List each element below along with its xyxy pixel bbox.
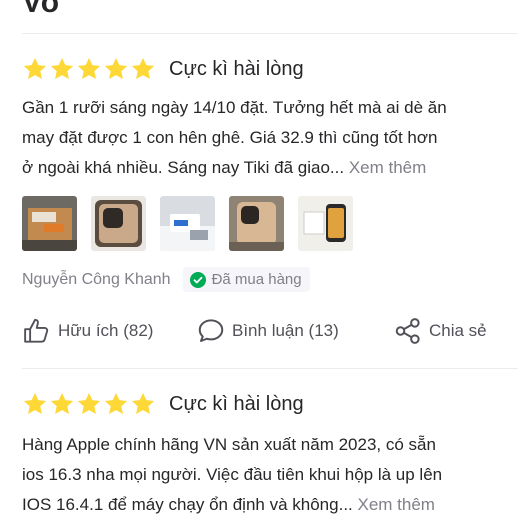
divider — [22, 33, 518, 34]
divider — [22, 368, 518, 369]
star-icon — [103, 56, 129, 82]
star-icon — [76, 56, 102, 82]
rating-stars — [22, 56, 156, 82]
review-title: Cực kì hài lòng — [169, 57, 304, 80]
star-icon — [22, 391, 48, 417]
comment-button[interactable]: Bình luận (13) — [196, 315, 339, 347]
review-actions: Hữu ích (82) Bình luận (13) Chia sẻ — [22, 315, 518, 347]
review-text: Gần 1 rưỡi sáng ngày 14/10 đặt. Tưởng hế… — [22, 93, 502, 183]
review-rating-row: Cực kì hài lòng — [22, 390, 304, 418]
star-icon — [49, 56, 75, 82]
review-text: Hàng Apple chính hãng VN sản xuất năm 20… — [22, 430, 502, 520]
helpful-button[interactable]: Hữu ích (82) — [22, 315, 153, 347]
section-heading-fragment: Vo — [22, 0, 61, 19]
review-title: Cực kì hài lòng — [169, 392, 304, 415]
review-photo[interactable] — [298, 196, 353, 251]
share-label: Chia sẻ — [429, 321, 487, 340]
comment-bubble-icon — [198, 319, 224, 342]
review-photo[interactable] — [229, 196, 284, 251]
share-button[interactable]: Chia sẻ — [393, 315, 487, 347]
check-circle-icon — [189, 271, 206, 288]
star-icon — [103, 391, 129, 417]
review-text-line: ios 16.3 nha mọi người. Việc đầu tiên kh… — [22, 465, 443, 484]
helpful-label: Hữu ích (82) — [58, 321, 154, 340]
comment-label: Bình luận (13) — [232, 321, 339, 340]
review-text-line: may đặt được 1 con hên ghê. Giá 32.9 thì… — [22, 128, 438, 147]
share-icon — [395, 318, 420, 344]
rating-stars — [22, 391, 156, 417]
star-icon — [130, 56, 156, 82]
star-icon — [22, 56, 48, 82]
review-photo[interactable] — [91, 196, 146, 251]
review-text-line: Hàng Apple chính hãng VN sản xuất năm 20… — [22, 435, 436, 454]
star-icon — [76, 391, 102, 417]
verified-purchase-badge: Đã mua hàng — [182, 267, 310, 292]
see-more-link[interactable]: Xem thêm — [353, 495, 434, 514]
review-photo[interactable] — [22, 196, 77, 251]
review-author-row: Nguyễn Công Khanh Đã mua hàng — [22, 267, 310, 292]
review-rating-row: Cực kì hài lòng — [22, 55, 304, 83]
star-icon — [130, 391, 156, 417]
verified-purchase-label: Đã mua hàng — [211, 271, 302, 288]
author-name: Nguyễn Công Khanh — [22, 270, 171, 288]
review-text-line: Gần 1 rưỡi sáng ngày 14/10 đặt. Tưởng hế… — [22, 98, 447, 117]
review-photos — [22, 196, 353, 251]
review-text-line: ở ngoài khá nhiều. Sáng nay Tiki đã giao… — [22, 158, 427, 177]
star-icon — [49, 391, 75, 417]
review-text-line: IOS 16.4.1 để máy chạy ổn định và không.… — [22, 495, 435, 514]
thumbs-up-icon — [24, 318, 49, 343]
review-photo[interactable] — [160, 196, 215, 251]
see-more-link[interactable]: Xem thêm — [344, 158, 426, 177]
